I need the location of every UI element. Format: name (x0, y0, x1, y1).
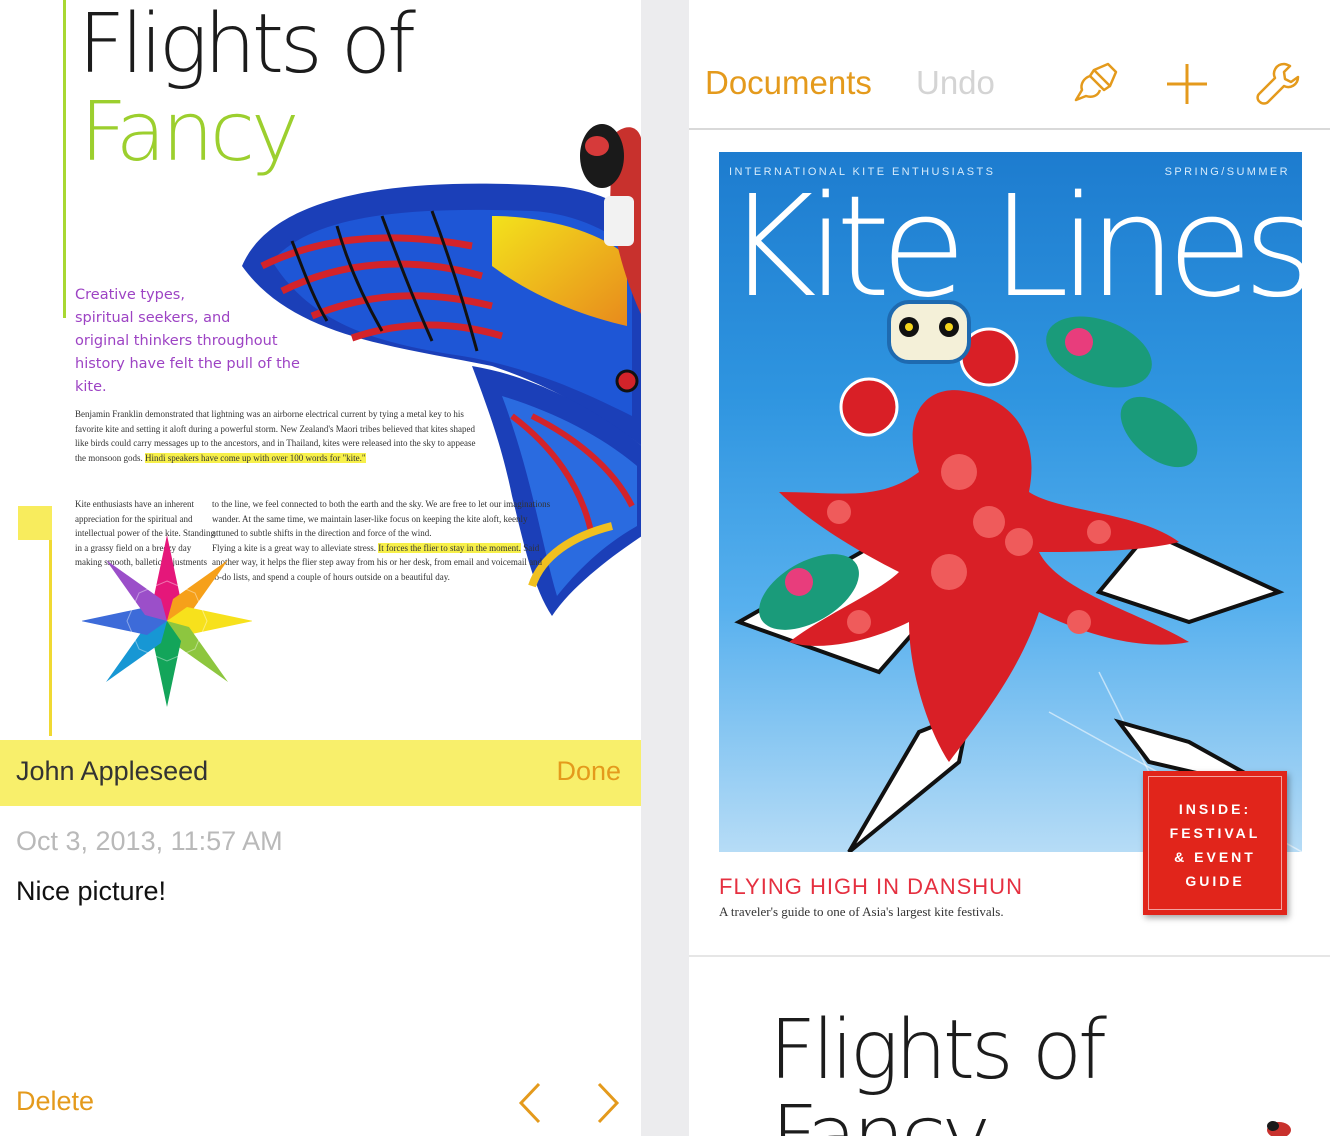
pull-quote: Creative types, spiritual seekers, and o… (75, 284, 335, 399)
comment-author: John Appleseed (16, 756, 209, 786)
next-comment-chevron-right-icon[interactable] (591, 1080, 625, 1126)
inside-guide-badge: INSIDE: FESTIVAL & EVENT GUIDE (1143, 771, 1287, 915)
next-document-title-line2: Fancy (771, 1096, 990, 1136)
star-kite-image (82, 535, 252, 707)
badge-line: GUIDE (1185, 873, 1245, 889)
body-paragraph-1: Benjamin Franklin demonstrated that ligh… (75, 407, 487, 465)
delete-button[interactable]: Delete (16, 1086, 94, 1117)
badge-line: INSIDE: (1178, 801, 1252, 817)
body-paragraph-3: Flying a kite is a great way to alleviat… (212, 541, 552, 585)
paintbrush-icon[interactable] (1072, 60, 1120, 108)
pull-quote-line: history have felt the pull of the kite. (75, 356, 300, 395)
done-button[interactable]: Done (556, 756, 621, 787)
page-divider (689, 955, 1330, 957)
highlighted-text[interactable]: Hindi speakers have come up with over 10… (145, 452, 366, 463)
next-document-kite-thumbnail (1267, 1121, 1291, 1136)
document-title-line1: Flights of (78, 0, 416, 92)
plus-icon[interactable] (1163, 60, 1211, 108)
previous-comment-chevron-left-icon[interactable] (513, 1080, 547, 1126)
undo-button[interactable]: Undo (916, 64, 995, 102)
comment-text[interactable]: Nice picture! (16, 876, 166, 907)
next-document-title-line1: Flights of (769, 1003, 1107, 1098)
story-title: FLYING HIGH IN DANSHUN (719, 874, 1023, 899)
document-page[interactable]: Flights of Fancy Creative types, spiritu… (0, 0, 641, 740)
magazine-cover[interactable]: INTERNATIONAL KITE ENTHUSIASTS SPRING/SU… (719, 152, 1302, 852)
cover-title: Kite Lines (725, 166, 1302, 329)
body-paragraph-2-text: to the line, we feel connected to both t… (212, 499, 551, 539)
highlighted-text[interactable]: It forces the flier to stay in the momen… (378, 542, 521, 553)
pull-quote-line: original thinkers throughout (75, 333, 278, 349)
pull-quote-line: Creative types, (75, 287, 185, 303)
right-screen: Documents Undo INTERNATIONAL KITE ENTHUS… (689, 0, 1330, 1136)
left-screen: Flights of Fancy Creative types, spiritu… (0, 0, 641, 1136)
documents-button[interactable]: Documents (705, 64, 872, 102)
comment-timestamp: Oct 3, 2013, 11:57 AM (16, 826, 283, 856)
comment-anchor-line (49, 540, 52, 736)
badge-line: FESTIVAL (1169, 825, 1261, 841)
badge-line: & EVENT (1174, 849, 1256, 865)
pull-quote-line: spiritual seekers, and (75, 310, 231, 326)
comment-marker-icon[interactable] (18, 506, 52, 540)
title-accent-rule (63, 0, 66, 318)
dragon-kite-image (734, 300, 1302, 852)
wrench-icon[interactable] (1254, 60, 1302, 108)
story-subtitle: A traveler's guide to one of Asia's larg… (719, 904, 1004, 919)
toolbar: Documents Undo (689, 0, 1330, 130)
body-paragraph-2-right: to the line, we feel connected to both t… (212, 497, 552, 585)
